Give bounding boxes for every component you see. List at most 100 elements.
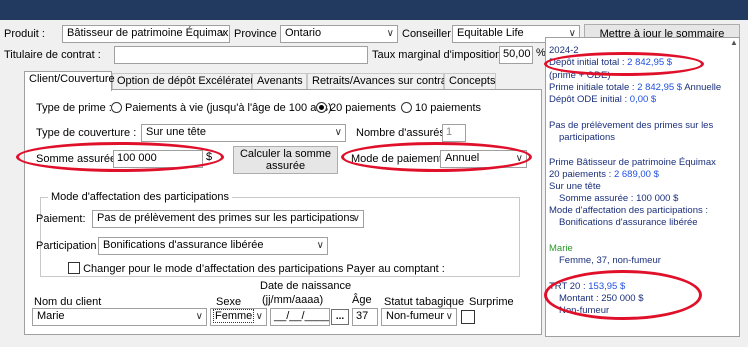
- header-smoker: Statut tabagique: [384, 296, 465, 308]
- summary-trt-line: TRT 20 : 153,95 $: [549, 281, 625, 292]
- chevron-down-icon: ∨: [255, 311, 263, 322]
- premium-option-label: Paiements à vie (jusqu'à l'âge de 100 an…: [125, 102, 332, 114]
- tax-rate-label: Taux marginal d'imposition :: [372, 49, 508, 61]
- change-dividend-label: Changer pour le mode d’affectation des p…: [83, 263, 445, 275]
- surprime-checkbox[interactable]: [461, 310, 475, 325]
- sex-select[interactable]: Femme ∨: [210, 308, 267, 326]
- holder-input[interactable]: [114, 46, 368, 64]
- participation-value: Bonifications d'assurance libérée: [103, 239, 264, 251]
- header-sex: Sexe: [216, 296, 242, 308]
- province-label: Province :: [234, 28, 283, 40]
- window-header-bar: [0, 0, 748, 20]
- summary-initial-premium-suffix: Annuelle: [684, 82, 722, 93]
- tax-rate-input[interactable]: 50,00: [499, 46, 533, 64]
- tax-rate-value: 50,00: [503, 48, 531, 60]
- tab-withdrawals[interactable]: Retraits/Avances sur contrat: [307, 73, 450, 90]
- tab-riders[interactable]: Avenants: [252, 73, 307, 90]
- chevron-down-icon: ∨: [445, 311, 453, 322]
- client-name-select[interactable]: Marie ∨: [32, 308, 207, 326]
- coverage-type-value: Sur une tête: [146, 126, 206, 138]
- radio-icon: [111, 102, 122, 113]
- product-label: Produit :: [4, 28, 45, 40]
- advisor-value: Equitable Life: [457, 27, 524, 39]
- chevron-down-icon: ∨: [195, 311, 203, 322]
- sum-insured-label: Somme assurée :: [36, 153, 123, 165]
- summary-content: 2024-2 Dépôt initial total : 2 842,95 $ …: [545, 37, 740, 337]
- summary-single-life: Sur une tête: [549, 181, 601, 192]
- summary-deposit-line: Dépôt initial total : 2 842,95 $: [549, 57, 672, 68]
- payment-mode-select[interactable]: Annuel ∨: [440, 150, 527, 168]
- summary-mode-value: Bonifications d'assurance libérée: [559, 217, 698, 228]
- coverage-type-select[interactable]: Sur une tête ∨: [141, 124, 346, 142]
- dividend-payment-label: Paiement:: [36, 213, 86, 225]
- insured-count-value: 1: [446, 126, 453, 138]
- tab-excelerator-deposit[interactable]: Option de dépôt Excélérateur: [112, 73, 260, 90]
- product-select[interactable]: Bâtisseur de patrimoine Équimax ∨: [62, 25, 230, 43]
- tab-client-coverage[interactable]: Client/Couverture: [24, 71, 115, 91]
- summary-trt-amount: Montant : 250 000 $: [559, 293, 644, 304]
- payment-mode-value: Annuel: [445, 152, 480, 164]
- summary-ode-value: 0,00 $: [629, 94, 657, 105]
- payment-mode-label: Mode de paiement :: [351, 153, 449, 165]
- summary-mode-line: Mode d'affectation des participations :: [549, 205, 709, 216]
- insured-count-input[interactable]: 1: [442, 124, 466, 142]
- header-surprime: Surprime: [469, 296, 514, 308]
- header-age: Âge: [352, 294, 372, 306]
- premium-option-20[interactable]: 20 paiements: [316, 102, 396, 114]
- summary-client-name: Marie: [549, 243, 573, 254]
- province-value: Ontario: [285, 27, 322, 39]
- smoker-value: Non-fumeur: [386, 310, 445, 322]
- calc-sum-button[interactable]: Calculer la somme assurée: [233, 146, 338, 174]
- change-dividend-checkbox[interactable]: Changer pour le mode d’affectation des p…: [68, 262, 445, 275]
- chevron-down-icon: ∨: [218, 28, 226, 39]
- tab-label: Concepts: [449, 75, 496, 87]
- holder-label: Titulaire de contrat :: [4, 49, 101, 61]
- radio-selected-icon: [316, 102, 327, 113]
- tab-label: Retraits/Avances sur contrat: [312, 75, 450, 87]
- tab-concepts[interactable]: Concepts: [444, 73, 496, 90]
- summary-prime-line2: 20 paiements : 2 689,00 $: [549, 169, 659, 180]
- summary-prime-line2-value: 2 689,00 $: [613, 169, 659, 180]
- summary-initial-premium-value: 2 842,95 $: [637, 82, 683, 93]
- summary-deposit-note: (prime + ODE): [549, 70, 611, 81]
- coverage-type-label: Type de couverture :: [36, 127, 137, 139]
- summary-no-withdraw-1: Pas de prélèvement des primes sur les: [549, 120, 714, 131]
- chevron-down-icon: ∨: [334, 127, 342, 138]
- smoker-select[interactable]: Non-fumeur ∨: [381, 308, 457, 326]
- summary-trt-smoker: Non-fumeur: [559, 305, 610, 316]
- header-client-name: Nom du client: [34, 296, 102, 308]
- header-dob-line2: (jj/mm/aaaa): [262, 294, 324, 306]
- chevron-down-icon: ∨: [515, 153, 523, 164]
- summary-client-desc: Femme, 37, non-fumeur: [559, 255, 661, 266]
- premium-option-label: 20 paiements: [330, 102, 397, 114]
- premium-option-lifetime[interactable]: Paiements à vie (jusqu'à l'âge de 100 an…: [111, 102, 332, 114]
- summary-deposit-label: Dépôt initial total :: [549, 57, 625, 68]
- summary-ode-line: Dépôt ODE initial : 0,00 $: [549, 94, 656, 105]
- sum-insured-value: 100 000: [117, 152, 157, 164]
- dob-input[interactable]: __/__/____: [270, 308, 330, 326]
- sum-insured-input[interactable]: 100 000: [113, 150, 203, 168]
- calc-sum-label: Calculer la somme: [239, 147, 332, 160]
- premium-option-10[interactable]: 10 paiements: [401, 102, 481, 114]
- sum-insured-unit: $: [206, 151, 213, 163]
- dividend-payment-select[interactable]: Pas de prélèvement des primes sur les pa…: [92, 210, 364, 228]
- summary-year: 2024-2: [549, 45, 579, 56]
- dob-value: __/__/____: [274, 310, 330, 322]
- age-input[interactable]: 37: [352, 308, 378, 326]
- summary-initial-premium-line: Prime initiale totale : 2 842,95 $ Annue…: [549, 82, 721, 93]
- radio-icon: [401, 102, 412, 113]
- summary-no-withdraw-2: participations: [559, 132, 615, 143]
- summary-initial-premium-label: Prime initiale totale :: [549, 82, 635, 93]
- province-select[interactable]: Ontario ∨: [280, 25, 398, 43]
- dividend-group-title: Mode d'affectation des participations: [48, 191, 233, 203]
- participation-select[interactable]: Bonifications d'assurance libérée ∨: [98, 237, 328, 255]
- insured-count-label: Nombre d'assurés :: [356, 127, 452, 139]
- summary-trt-label: TRT 20 :: [549, 281, 586, 292]
- dividend-payment-value: Pas de prélèvement des primes sur les pa…: [97, 212, 356, 224]
- summary-sum-line: Somme assurée : 100 000 $: [559, 193, 679, 204]
- tab-label: Avenants: [257, 75, 303, 87]
- premium-type-label: Type de prime :: [36, 102, 112, 114]
- summary-ode-label: Dépôt ODE initial :: [549, 94, 628, 105]
- dob-picker-button[interactable]: ...: [331, 309, 349, 325]
- chevron-down-icon: ∨: [386, 28, 394, 39]
